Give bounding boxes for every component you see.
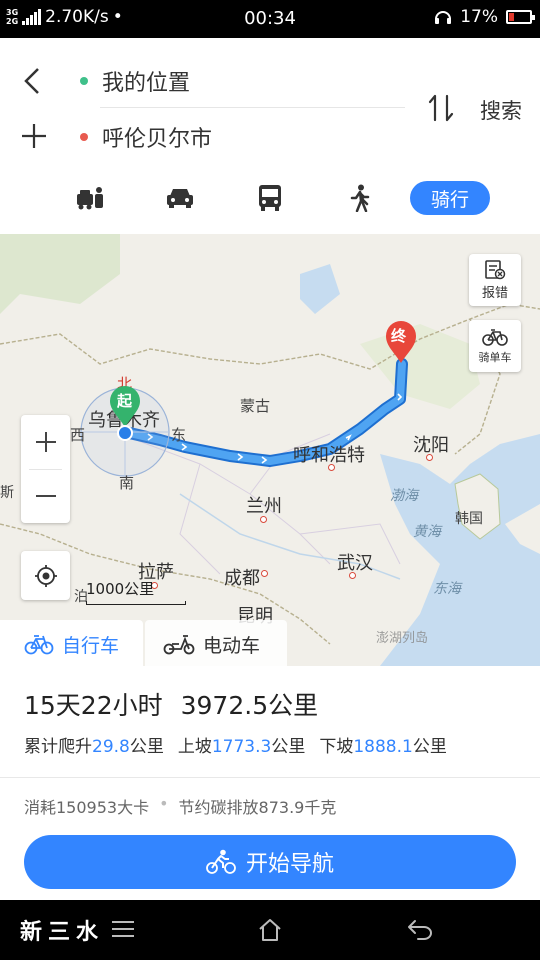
map-view[interactable]: 北 东 南 西 蒙古 呼和浩特 沈阳 兰州 拉萨 成都 武汉 昆明 乌鲁木齐 韩…: [0, 234, 540, 666]
label-yellow-sea: 黄海: [413, 524, 441, 540]
uphill-stat: 上坡1773.3公里: [178, 732, 305, 757]
label-mongolia: 蒙古: [240, 397, 271, 415]
tab-bicycle[interactable]: 自行车: [0, 620, 143, 668]
end-field[interactable]: 呼伦贝尔市: [80, 121, 212, 153]
start-dot: [80, 77, 88, 85]
uphill-label: 上坡: [177, 737, 212, 757]
start-label: 我的位置: [102, 71, 191, 96]
system-nav-bar: 新三水: [0, 900, 540, 960]
route-header: 我的位置 呼伦贝尔市 搜索 骑行: [0, 38, 540, 234]
locate-icon: [34, 564, 57, 587]
menu-icon[interactable]: [110, 918, 136, 940]
home-icon[interactable]: [257, 918, 283, 942]
status-bar: 3G 2G 2.70K/s • 00:34 17%: [0, 0, 540, 38]
bus-icon[interactable]: [250, 180, 290, 216]
report-error-button[interactable]: 报错: [469, 254, 521, 306]
uphill-unit: 公里: [271, 737, 306, 757]
climb-label: 累计爬升: [24, 737, 92, 757]
downhill-stat: 下坡1888.1公里: [319, 732, 446, 757]
end-dot: [80, 133, 88, 141]
city-dot-hohhot: [328, 464, 335, 471]
swap-icon[interactable]: [425, 92, 457, 124]
tab-ebike[interactable]: 电动车: [145, 620, 287, 668]
start-navigation-label: 开始导航: [245, 852, 334, 877]
calorie-carbon-row: 消耗150953大卡 • 节约碳排放873.9千克: [24, 794, 336, 818]
route-summary: 15天22小时 3972.5公里 累计爬升29.8公里 上坡1773.3公里 下…: [0, 668, 540, 900]
carbon-text: 节约碳排放873.9千克: [178, 798, 337, 817]
vehicle-tabs: 自行车 电动车: [0, 620, 540, 668]
bike-share-icon: [482, 328, 508, 346]
start-navigation-button[interactable]: 开始导航: [24, 835, 516, 889]
back-nav-icon[interactable]: [406, 918, 434, 940]
status-right: 17%: [434, 7, 535, 27]
bike-share-label: 骑单车: [478, 350, 512, 364]
elevation-stats: 累计爬升29.8公里 上坡1773.3公里 下坡1888.1公里: [24, 732, 447, 757]
city-dot-lanzhou: [260, 516, 267, 523]
zoom-control: [21, 415, 70, 523]
zoom-in-button[interactable]: [21, 415, 70, 469]
city-dot-chengdu: [261, 570, 268, 577]
climb-value: 29.8: [92, 737, 130, 757]
compass-south: 南: [119, 474, 135, 492]
back-icon[interactable]: [20, 66, 46, 96]
downhill-value: 1888.1: [353, 737, 413, 757]
report-icon: [485, 259, 506, 279]
label-east-sea: 东海: [433, 581, 461, 597]
compass-east: 东: [171, 426, 187, 444]
locate-button[interactable]: [21, 551, 70, 600]
label-bohai: 渤海: [390, 488, 418, 504]
map-scale-bar: [86, 601, 186, 605]
map-scale-label: 1000公里: [86, 580, 155, 598]
tab-ebike-label: 电动车: [203, 634, 261, 657]
report-label: 报错: [481, 285, 508, 301]
bicycle-icon: [24, 635, 54, 655]
zoom-out-button[interactable]: [21, 469, 70, 523]
city-dot-shenyang: [426, 454, 433, 461]
downhill-label: 下坡: [319, 737, 354, 757]
route-duration: 15天22小时: [24, 691, 163, 720]
walk-icon[interactable]: [340, 180, 380, 216]
scooter-icon: [163, 635, 195, 655]
summary-title: 15天22小时 3972.5公里: [24, 686, 318, 722]
city-dot-wuhan: [349, 572, 356, 579]
end-label: 呼伦贝尔市: [102, 127, 213, 152]
label-lanzhou: 兰州: [246, 496, 282, 517]
battery-icon: [506, 10, 535, 24]
label-wuhan: 武汉: [337, 553, 373, 574]
search-button[interactable]: 搜索: [480, 95, 522, 125]
car-icon[interactable]: [160, 180, 200, 216]
label-chengdu: 成都: [224, 568, 260, 589]
summary-divider: [0, 777, 540, 778]
add-waypoint-icon[interactable]: [20, 122, 48, 150]
label-shenyang: 沈阳: [413, 435, 449, 456]
bike-share-button[interactable]: 骑单车: [469, 320, 521, 372]
cyclist-icon: [206, 849, 236, 874]
minus-icon: [35, 495, 56, 497]
signature-watermark: 新三水: [20, 919, 105, 945]
compass-west: 西: [70, 426, 86, 444]
route-distance: 3972.5公里: [180, 691, 319, 720]
end-marker-label: 终: [391, 327, 407, 345]
climb-stat: 累计爬升29.8公里: [24, 732, 164, 757]
calories-text: 消耗150953大卡: [24, 798, 150, 817]
start-marker-label: 起: [117, 392, 133, 410]
separator-dot: •: [159, 794, 169, 813]
travel-mode-tabs: 骑行: [0, 180, 540, 220]
divider: [100, 107, 405, 108]
label-hohhot: 呼和浩特: [293, 445, 365, 466]
headset-icon: [435, 11, 452, 24]
taxi-icon[interactable]: [70, 180, 110, 216]
downhill-unit: 公里: [412, 737, 447, 757]
label-korea: 韩国: [455, 511, 483, 527]
label-west-edge: 斯: [0, 485, 14, 501]
uphill-value: 1773.3: [211, 737, 272, 757]
tab-bicycle-label: 自行车: [62, 634, 120, 657]
battery-percent: 17%: [460, 7, 498, 27]
my-location-dot: [117, 425, 133, 441]
tab-cycling[interactable]: 骑行: [410, 181, 490, 215]
plus-icon: [35, 432, 56, 452]
start-field[interactable]: 我的位置: [80, 65, 190, 97]
climb-unit: 公里: [129, 737, 164, 757]
